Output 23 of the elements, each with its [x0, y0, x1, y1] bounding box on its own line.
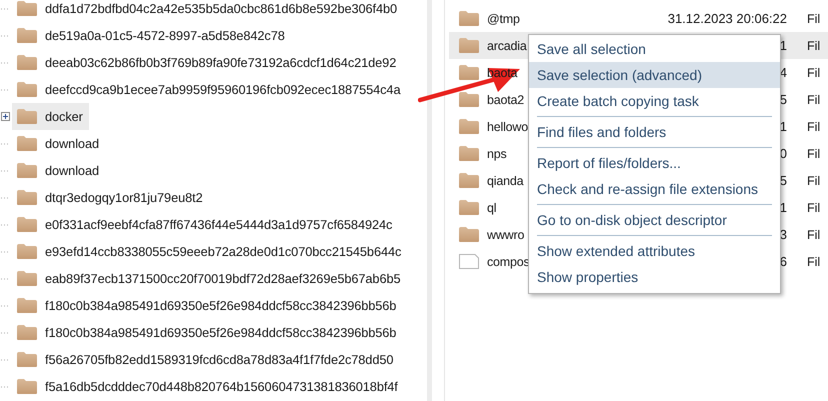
modified-date: 1 — [780, 38, 787, 53]
file-type: Fil — [807, 254, 820, 268]
file-type: Fil — [807, 92, 820, 106]
file-type: Fil — [807, 120, 820, 134]
file-name: @tmp — [487, 12, 520, 26]
file-name: arcadia — [487, 38, 527, 52]
file-name: wwwro — [487, 228, 524, 242]
modified-date: 1 — [780, 119, 787, 134]
file-type: Fil — [807, 66, 820, 80]
file-type: Fil — [807, 38, 820, 52]
modified-date: 31.12.2023 20:06:22 — [668, 11, 787, 26]
file-name: qianda — [487, 174, 524, 188]
file-type: Fil — [807, 12, 820, 26]
file-name: baota2 — [487, 92, 524, 106]
file-type: Fil — [807, 174, 820, 188]
file-type: Fil — [807, 146, 820, 160]
modified-date: 1 — [780, 200, 787, 215]
file-name: ql — [487, 200, 496, 214]
file-type: Fil — [807, 228, 820, 242]
file-name: hellowo — [487, 120, 528, 134]
file-name: compos — [487, 254, 530, 268]
file-name: nps — [487, 146, 507, 160]
file-type: Fil — [807, 200, 820, 214]
